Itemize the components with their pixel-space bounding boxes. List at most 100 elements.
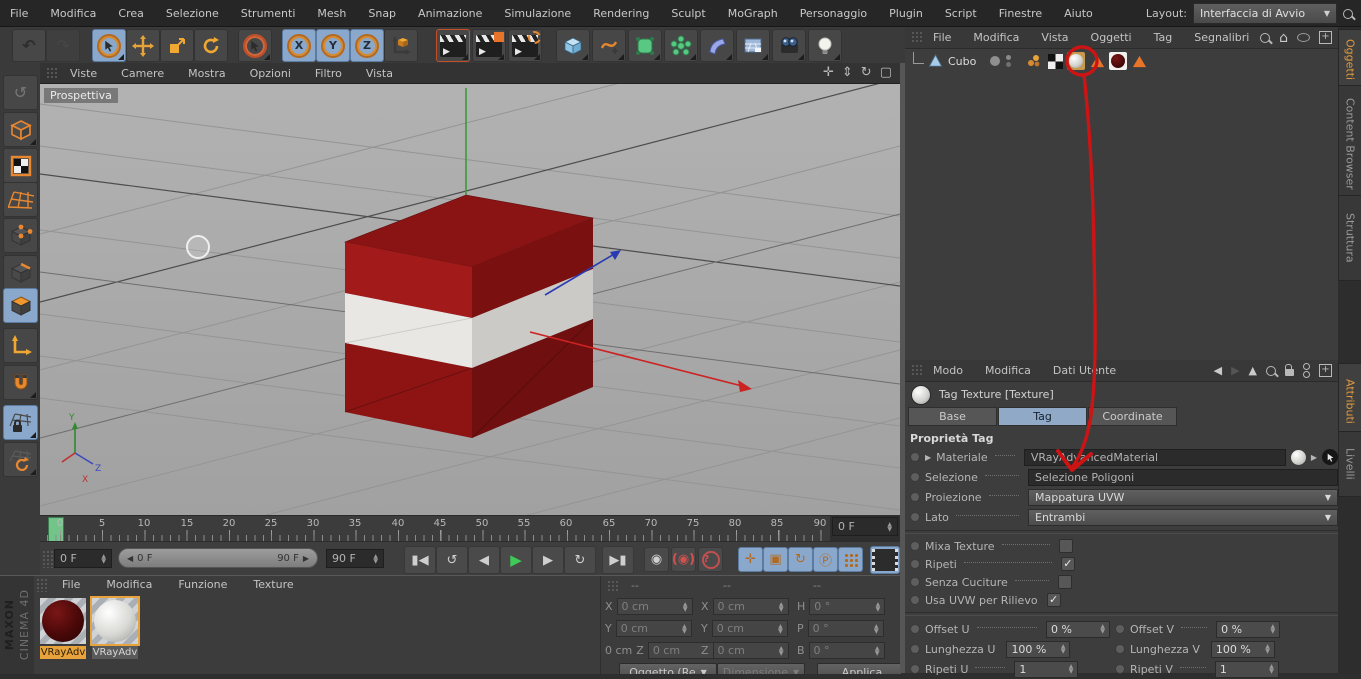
- keyframe-parameter-button[interactable]: Ⓟ: [813, 547, 838, 572]
- selection-tool-button[interactable]: [238, 29, 272, 62]
- add-panel-icon[interactable]: +: [1319, 31, 1332, 44]
- om-menu-segnalibri[interactable]: Segnalibri: [1194, 31, 1249, 44]
- lunghezza-u-field[interactable]: 100 %▲▼: [1006, 641, 1070, 658]
- attr-menu-dati-utente[interactable]: Dati Utente: [1053, 364, 1116, 377]
- render-view-button[interactable]: [436, 29, 470, 62]
- pick-material-icon[interactable]: [1322, 449, 1338, 465]
- keyframe-pla-button[interactable]: [838, 547, 863, 572]
- material-menu-file[interactable]: File: [62, 578, 80, 591]
- lock-workplane-button[interactable]: [3, 405, 38, 440]
- viewport-rotate-icon[interactable]: ↻: [861, 65, 872, 80]
- add-generator-button[interactable]: [664, 29, 698, 62]
- redo-button[interactable]: ↷: [46, 29, 80, 62]
- coord-field-x1[interactable]: 0 cm▲▼: [617, 598, 693, 615]
- menubar-item-animazione[interactable]: Animazione: [418, 7, 482, 20]
- material-thumbnail-white[interactable]: [92, 598, 138, 644]
- attr-menu-modifica[interactable]: Modifica: [985, 364, 1031, 377]
- side-tab-livelli[interactable]: Livelli: [1338, 431, 1361, 497]
- om-menu-modifica[interactable]: Modifica: [973, 31, 1019, 44]
- anim-dot[interactable]: [910, 577, 920, 587]
- add-spline-button[interactable]: [592, 29, 626, 62]
- history-forward-icon[interactable]: ▶: [1231, 364, 1239, 377]
- points-mode-button[interactable]: [3, 218, 38, 253]
- object-row-cubo[interactable]: Cubo: [905, 49, 1338, 73]
- next-frame-button[interactable]: ▶: [532, 546, 564, 574]
- history-back-icon[interactable]: ◀: [1214, 364, 1222, 377]
- polygons-mode-button[interactable]: [3, 288, 38, 323]
- spinner-icon[interactable]: ▲▼: [1270, 624, 1275, 634]
- material-label[interactable]: VRayAdv: [40, 646, 86, 659]
- material-thumbnail-red[interactable]: [40, 598, 86, 644]
- proiezione-dropdown[interactable]: Mappatura UVW▼: [1028, 489, 1338, 506]
- panel-grip[interactable]: [46, 67, 58, 79]
- timeline-ruler[interactable]: 0 5 10 15 20 25 30 35 40 45 50 55 60 65 …: [40, 515, 830, 542]
- lato-dropdown[interactable]: Entrambi▼: [1028, 509, 1338, 526]
- anim-dot[interactable]: [910, 512, 920, 522]
- panel-grip[interactable]: [911, 31, 923, 44]
- senza-cuciture-checkbox[interactable]: [1058, 575, 1072, 589]
- panel-grip[interactable]: [42, 550, 54, 568]
- texture-tag-red[interactable]: [1109, 52, 1127, 70]
- workplane-mode-button[interactable]: [3, 182, 38, 217]
- tab-base[interactable]: Base: [908, 407, 997, 426]
- menubar-item-modifica[interactable]: Modifica: [50, 7, 96, 20]
- spinner-icon[interactable]: ▲▼: [373, 554, 378, 564]
- timeline-window-button[interactable]: [870, 546, 900, 574]
- menubar-item-sculpt[interactable]: Sculpt: [671, 7, 705, 20]
- goto-start-button[interactable]: ▮◀: [404, 546, 436, 574]
- record-key-button[interactable]: ◉: [644, 547, 669, 572]
- anim-dot[interactable]: [910, 595, 920, 605]
- side-tab-attributi[interactable]: Attributi: [1338, 363, 1361, 439]
- materiale-field[interactable]: VRayAdvancedMaterial: [1024, 449, 1286, 466]
- anim-dot[interactable]: [910, 541, 920, 551]
- add-cube-button[interactable]: [556, 29, 590, 62]
- expand-arrow-icon[interactable]: ▶: [1311, 453, 1317, 462]
- menubar-item-personaggio[interactable]: Personaggio: [800, 7, 867, 20]
- apply-button[interactable]: Applica: [817, 663, 901, 674]
- tab-coordinate[interactable]: Coordinate: [1088, 407, 1177, 426]
- viewport-menu-filtro[interactable]: Filtro: [315, 67, 342, 80]
- viewport-zoom-icon[interactable]: ⇕: [842, 65, 853, 80]
- home-icon[interactable]: ⌂: [1279, 30, 1288, 46]
- spinner-icon[interactable]: ▲▼: [1100, 624, 1105, 634]
- material-label[interactable]: VRayAdv: [92, 646, 138, 659]
- side-tab-oggetti[interactable]: Oggetti: [1338, 29, 1361, 91]
- scale-button[interactable]: [160, 29, 194, 62]
- layout-dropdown[interactable]: Interfaccia di Avvio ▼: [1193, 3, 1337, 24]
- usa-uvw-checkbox[interactable]: ✓: [1047, 593, 1061, 607]
- viewport-menu-mostra[interactable]: Mostra: [188, 67, 226, 80]
- coord-field-x2[interactable]: 0 cm▲▼: [713, 598, 789, 615]
- current-frame-field[interactable]: 0 F ▲▼: [832, 517, 898, 536]
- render-picture-viewer-button[interactable]: [472, 29, 506, 62]
- menubar-item-file[interactable]: File: [10, 7, 28, 20]
- coord-field-y1[interactable]: 0 cm▲▼: [616, 620, 692, 637]
- coord-field-y2[interactable]: 0 cm▲▼: [712, 620, 788, 637]
- visibility-dots-render[interactable]: [1006, 55, 1011, 67]
- menubar-item-simulazione[interactable]: Simulazione: [504, 7, 571, 20]
- range-left-arrow-icon[interactable]: ◀: [127, 554, 133, 563]
- anim-dot[interactable]: [910, 559, 920, 569]
- undo-button[interactable]: ↶: [12, 29, 46, 62]
- coords-size-dropdown[interactable]: Dimensione▼: [717, 663, 805, 674]
- keyframe-help-button[interactable]: ?: [698, 547, 723, 572]
- texture-tag-white[interactable]: [1067, 52, 1085, 70]
- material-menu-funzione[interactable]: Funzione: [178, 578, 227, 591]
- model-mode-button[interactable]: [3, 112, 38, 147]
- object-name[interactable]: Cubo: [948, 55, 976, 68]
- move-button[interactable]: [126, 29, 160, 62]
- up-level-icon[interactable]: ▲: [1249, 364, 1257, 377]
- make-editable-button[interactable]: ↺: [3, 75, 38, 110]
- panel-grip[interactable]: [607, 580, 619, 592]
- keyframe-rotation-button[interactable]: ↻: [788, 547, 813, 572]
- add-environment-button[interactable]: [736, 29, 770, 62]
- ripeti-checkbox[interactable]: ✓: [1061, 557, 1075, 571]
- search-icon[interactable]: [1343, 9, 1353, 19]
- viewport-maximize-icon[interactable]: ▢: [880, 65, 892, 80]
- ripeti-v-field[interactable]: 1▲▼: [1215, 661, 1279, 678]
- view-label[interactable]: Prospettiva: [44, 88, 118, 103]
- menubar-item-plugin[interactable]: Plugin: [889, 7, 923, 20]
- panel-grip[interactable]: [36, 578, 48, 592]
- viewport-menu-camere[interactable]: Camere: [121, 67, 164, 80]
- tab-tag[interactable]: Tag: [998, 407, 1087, 426]
- phong-tag[interactable]: [1025, 52, 1043, 70]
